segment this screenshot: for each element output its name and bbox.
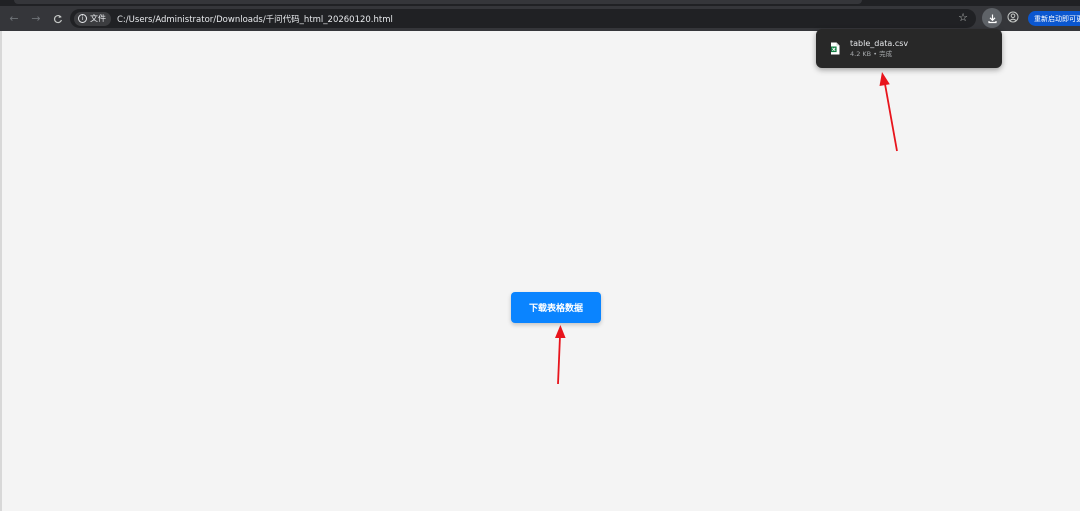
download-bubble[interactable]: table_data.csv 4.2 KB • 完成 bbox=[816, 29, 1002, 68]
info-icon: i bbox=[78, 14, 87, 23]
download-file-name[interactable]: table_data.csv bbox=[850, 39, 908, 49]
downloads-button[interactable] bbox=[982, 8, 1002, 28]
reload-icon[interactable] bbox=[47, 9, 69, 29]
download-icon bbox=[987, 14, 997, 23]
download-file-status: 4.2 KB • 完成 bbox=[850, 49, 893, 58]
excel-csv-file-icon bbox=[831, 42, 840, 55]
address-bar[interactable]: i 文件 C:/Users/Administrator/Downloads/千问… bbox=[70, 9, 976, 28]
forward-arrow-icon[interactable]: → bbox=[25, 9, 47, 29]
url-text[interactable]: C:/Users/Administrator/Downloads/千问代码_ht… bbox=[117, 13, 393, 25]
browser-window: ← → i 文件 C:/Users/Administrator/Download… bbox=[0, 0, 1080, 511]
restart-to-update-button[interactable]: 重新启动即可更新 bbox=[1028, 11, 1080, 26]
profile-button[interactable] bbox=[1006, 10, 1020, 24]
active-tab-edge[interactable] bbox=[14, 0, 862, 4]
download-file-info: table_data.csv 4.2 KB • 完成 bbox=[850, 39, 908, 59]
profile-icon bbox=[1007, 11, 1019, 23]
site-info-label: 文件 bbox=[90, 14, 106, 23]
site-info-chip[interactable]: i 文件 bbox=[74, 11, 111, 26]
viewport-left-edge bbox=[0, 31, 2, 511]
download-table-data-button[interactable]: 下载表格数据 bbox=[511, 292, 601, 323]
browser-toolbar: ← → i 文件 C:/Users/Administrator/Download… bbox=[0, 6, 1080, 31]
arrow-to-download-button bbox=[555, 325, 566, 385]
arrow-to-download-popup bbox=[879, 72, 898, 152]
annotation-overlay bbox=[555, 72, 898, 385]
back-arrow-icon[interactable]: ← bbox=[3, 9, 25, 29]
bookmark-star-icon[interactable]: ☆ bbox=[958, 11, 968, 24]
